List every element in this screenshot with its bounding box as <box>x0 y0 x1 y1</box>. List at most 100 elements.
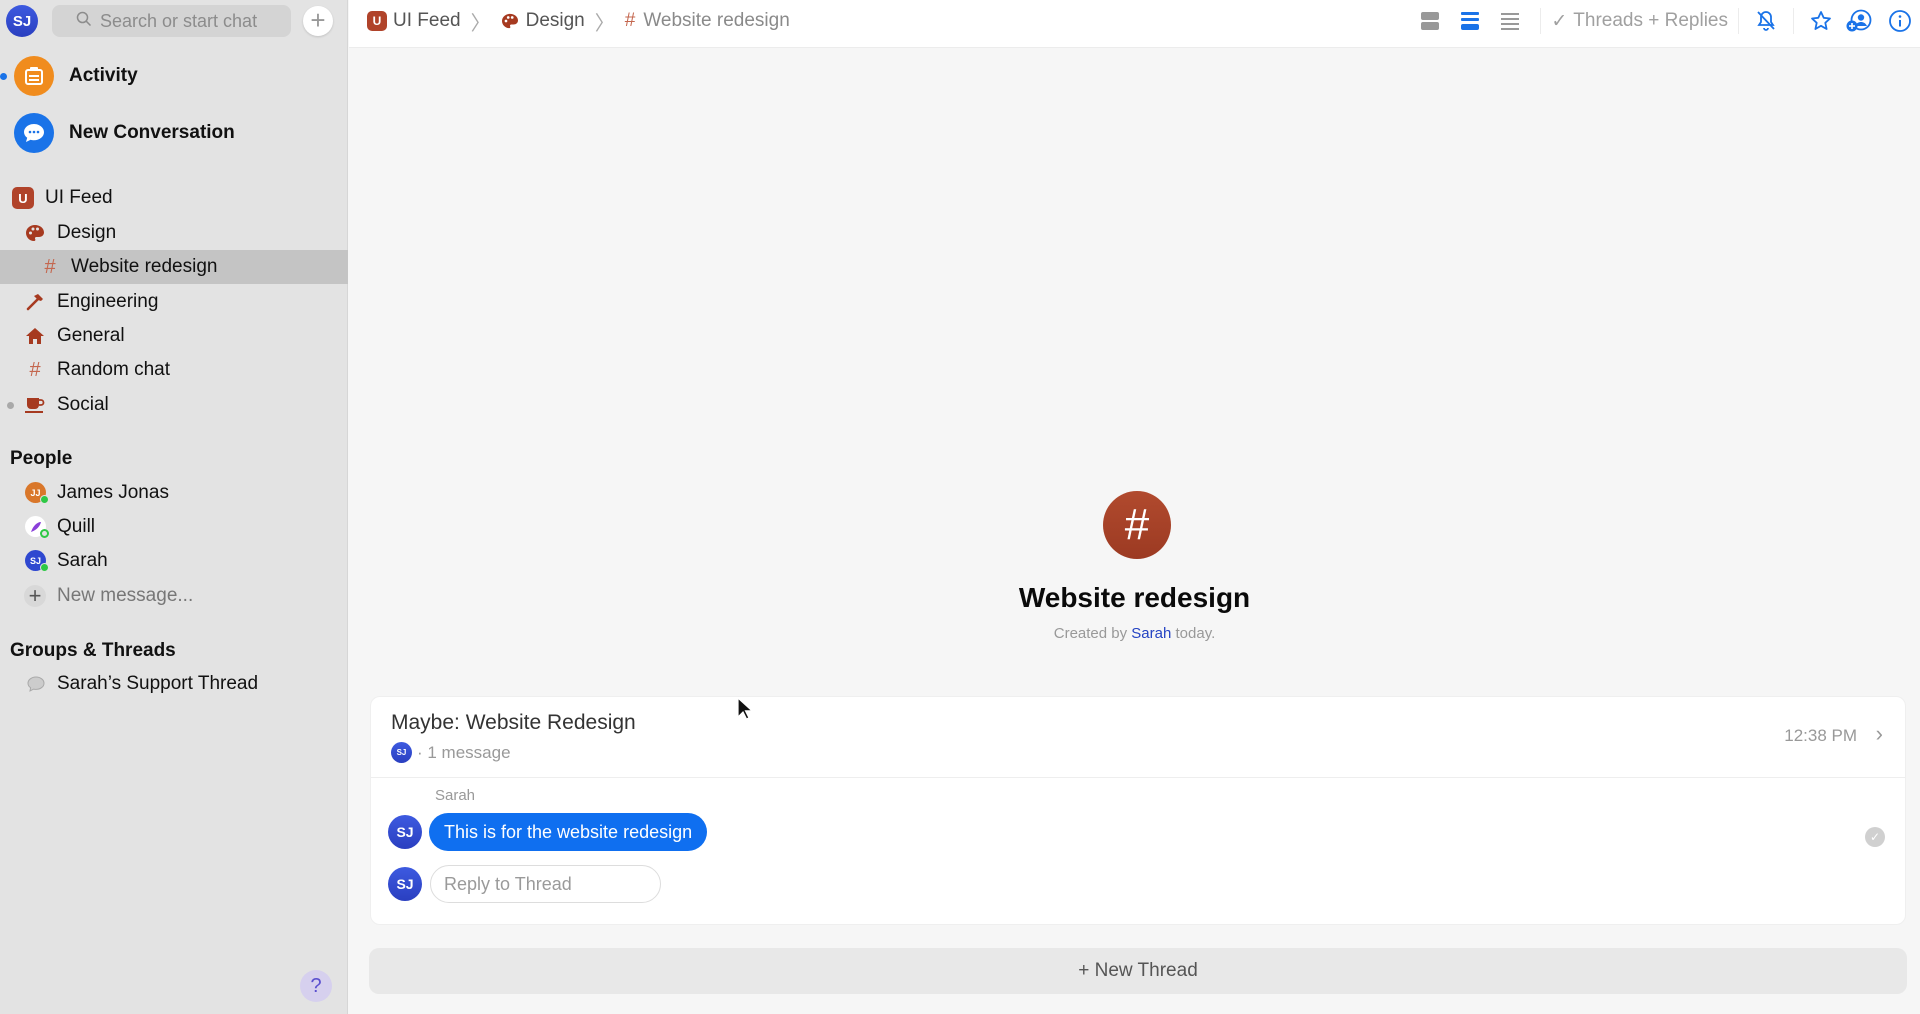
hammer-icon <box>24 291 46 313</box>
sidebar-item-website-redesign[interactable]: # Website redesign <box>0 250 348 284</box>
sidebar-item-engineering[interactable]: Engineering <box>0 285 348 319</box>
divider <box>1540 8 1542 34</box>
breadcrumb-ui-feed[interactable]: UI Feed <box>393 10 461 32</box>
threads-filter-button[interactable]: ✓ Threads + Replies <box>1551 10 1728 33</box>
sidebar: SJ Search or start chat + Activity New C… <box>0 0 348 1014</box>
speech-bubble-icon <box>25 673 47 695</box>
channel-label: Engineering <box>57 291 159 312</box>
avatar: SJ <box>388 815 422 849</box>
mute-bell-icon[interactable] <box>1749 6 1783 36</box>
sidebar-item-general[interactable]: General <box>0 319 348 353</box>
online-status-icon <box>40 563 49 572</box>
sidebar-item-new-conversation[interactable]: New Conversation <box>0 109 348 157</box>
mouse-cursor-icon <box>737 696 754 726</box>
sidebar-item-person[interactable]: SJ Sarah <box>0 544 348 578</box>
groups-header: Groups & Threads <box>10 640 176 661</box>
header-toolbar: ✓ Threads + Replies <box>1410 0 1920 42</box>
unread-indicator <box>7 402 14 409</box>
sidebar-item-ui-feed[interactable]: U UI Feed <box>0 181 348 215</box>
hash-icon: # <box>624 10 636 31</box>
new-message-button[interactable]: + New message... <box>0 579 348 613</box>
channel-title: Website redesign <box>1018 582 1251 613</box>
activity-icon <box>14 56 54 96</box>
workspace-icon: U <box>12 187 34 209</box>
breadcrumb-website-redesign: Website redesign <box>643 10 790 31</box>
layout-list-button[interactable] <box>1490 6 1530 36</box>
palette-icon <box>501 13 519 29</box>
sidebar-item-person[interactable]: Quill <box>0 510 348 544</box>
channel-label: Website redesign <box>71 256 218 277</box>
hash-icon: # <box>29 358 41 381</box>
read-receipt-icon: ✓ <box>1865 827 1885 847</box>
divider <box>1793 8 1794 34</box>
info-icon[interactable] <box>1880 6 1920 36</box>
sidebar-item-design[interactable]: Design <box>0 216 348 250</box>
house-icon <box>24 325 46 347</box>
person-name: Quill <box>57 516 96 537</box>
person-name: Sarah <box>57 550 108 571</box>
new-chat-button[interactable]: + <box>303 6 333 36</box>
channel-label: Design <box>57 222 117 243</box>
checkmark-icon: ✓ <box>1551 10 1568 32</box>
chat-bubble-icon <box>14 113 54 153</box>
search-placeholder: Search or start chat <box>100 10 258 31</box>
unread-indicator <box>0 73 7 80</box>
sidebar-item-group[interactable]: Sarah’s Support Thread <box>0 667 348 701</box>
avatar: SJ <box>388 867 422 901</box>
sidebar-item-person[interactable]: JJ James Jonas <box>0 476 348 510</box>
breadcrumb-design[interactable]: Design <box>526 10 585 32</box>
thread-title: Maybe: Website Redesign <box>391 711 636 734</box>
workspace-icon: U <box>367 11 387 31</box>
palette-icon <box>24 222 46 244</box>
user-avatar[interactable]: SJ <box>6 5 38 37</box>
cup-icon <box>24 394 46 416</box>
channel-label: Random chat <box>57 359 171 380</box>
creator-link[interactable]: Sarah <box>1131 625 1171 642</box>
participant-avatar: SJ <box>391 742 412 763</box>
thread-header[interactable]: Maybe: Website Redesign SJ · 1 message 1… <box>371 697 1905 778</box>
created-suffix: today. <box>1175 625 1216 642</box>
away-status-icon <box>40 529 49 538</box>
channel-created-info: Created by Sarah today. <box>349 625 1920 642</box>
thread-meta: SJ · 1 message <box>391 742 511 763</box>
reply-input[interactable]: Reply to Thread <box>430 865 661 903</box>
add-member-icon[interactable] <box>1838 6 1880 36</box>
workspace-label: UI Feed <box>45 187 113 208</box>
channel-header: U UI Feed 〉 Design 〉 # Website redesign … <box>349 0 1920 48</box>
new-thread-button[interactable]: + New Thread <box>369 948 1907 994</box>
online-status-icon <box>40 495 49 504</box>
star-icon[interactable] <box>1804 6 1838 36</box>
sidebar-item-activity[interactable]: Activity <box>0 52 348 100</box>
chevron-right-icon[interactable]: › <box>1876 721 1883 747</box>
people-header: People <box>10 448 73 469</box>
message-count: · 1 message <box>417 742 511 762</box>
hash-icon: # <box>44 255 56 278</box>
layout-cards-button[interactable] <box>1410 6 1450 36</box>
new-conversation-label: New Conversation <box>69 122 235 143</box>
created-prefix: Created by <box>1053 625 1128 642</box>
channel-label: Social <box>57 394 109 415</box>
search-input[interactable]: Search or start chat <box>52 5 291 37</box>
help-button[interactable]: ? <box>300 970 332 1002</box>
search-icon <box>76 11 92 32</box>
thread-card: Maybe: Website Redesign SJ · 1 message 1… <box>370 696 1906 925</box>
breadcrumb-separator-icon: 〉 <box>470 12 491 35</box>
channel-avatar-icon: # <box>1103 491 1171 559</box>
thread-time: 12:38 PM <box>1784 726 1857 745</box>
sidebar-item-random-chat[interactable]: # Random chat <box>0 353 348 387</box>
layout-compact-button[interactable] <box>1450 6 1490 36</box>
message-bubble[interactable]: This is for the website redesign <box>429 813 708 851</box>
person-name: James Jonas <box>57 482 169 503</box>
channel-label: General <box>57 325 125 346</box>
filter-label: Threads + Replies <box>1573 10 1728 31</box>
plus-icon: + <box>24 583 46 608</box>
divider <box>1738 8 1739 34</box>
breadcrumb-separator-icon: 〉 <box>594 12 615 35</box>
sidebar-topbar: SJ Search or start chat + <box>0 0 348 44</box>
message-sender: Sarah <box>435 787 476 804</box>
breadcrumb: U UI Feed 〉 Design 〉 # Website redesign <box>367 0 790 42</box>
group-label: Sarah’s Support Thread <box>57 673 259 694</box>
sidebar-item-social[interactable]: Social <box>0 388 348 422</box>
new-message-label: New message... <box>57 585 194 606</box>
activity-label: Activity <box>69 65 138 86</box>
